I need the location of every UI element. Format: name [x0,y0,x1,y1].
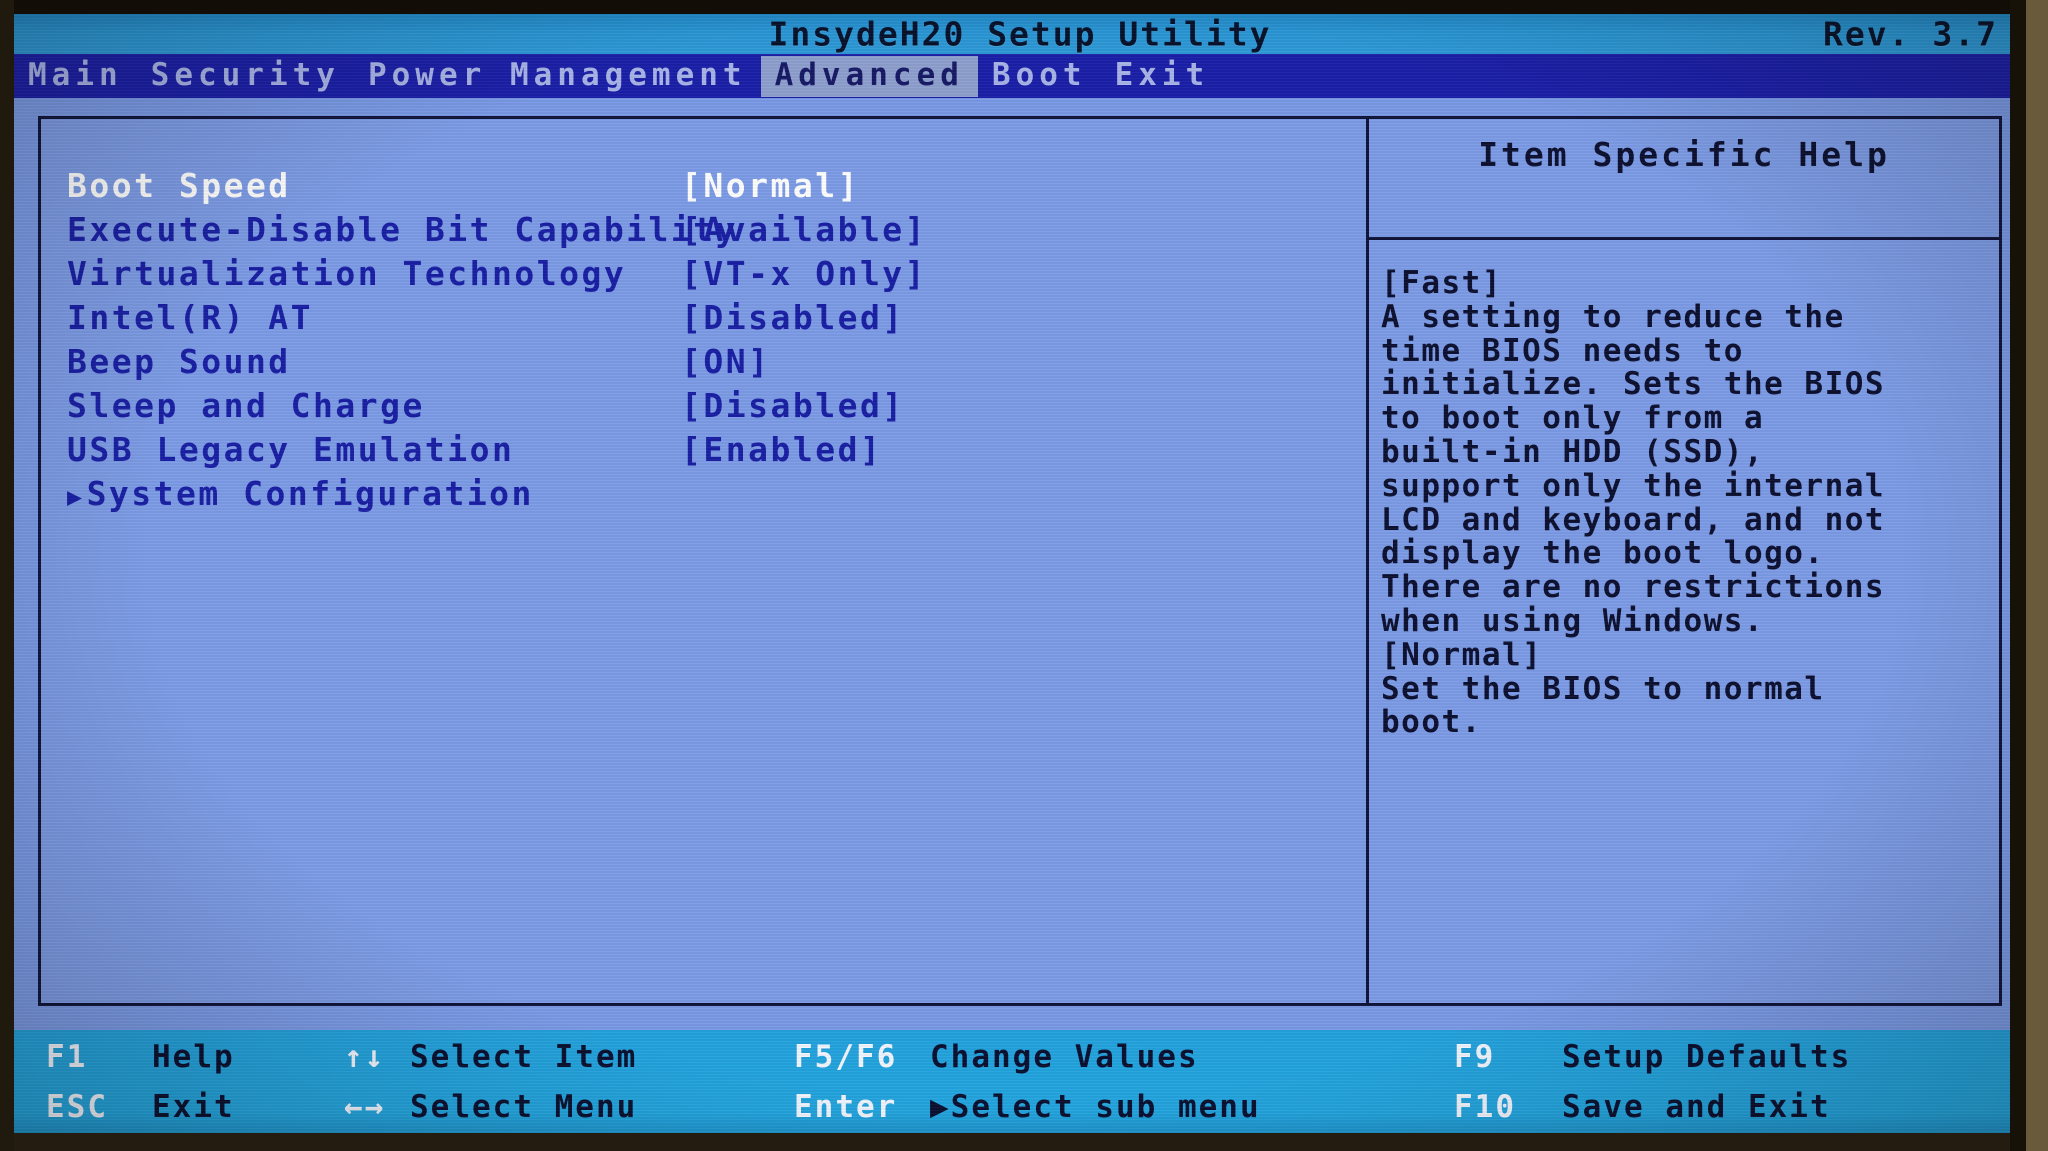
setting-value[interactable]: [Available] [681,213,927,246]
footer-key-legend: F1 Help ESC Exit ↑↓ Select Item ←→ Selec… [14,1030,2026,1133]
bezel-bottom [0,1133,2048,1151]
menu-item-main[interactable]: Main [14,56,137,97]
setting-label: Intel(R) AT [67,297,314,337]
setting-row-beep-sound[interactable]: Beep Sound [ON] [41,339,1366,383]
setting-row-intel-at[interactable]: Intel(R) AT [Disabled] [41,295,1366,339]
help-line: built-in HDD (SSD), [1381,433,1765,470]
footer-column-3: F5/F6 Change Values Enter ▶Select sub me… [794,1030,1261,1133]
setting-label: Execute-Disable Bit Capability [67,209,739,249]
bezel-left [0,0,14,1151]
footer-key-name: Enter [794,1089,898,1125]
help-line: A setting to reduce the [1381,298,1845,335]
setting-row-boot-speed[interactable]: Boot Speed [Normal] [41,163,1366,207]
footer-key-name: F9 [1454,1039,1496,1075]
help-line: support only the internal [1381,467,1886,504]
revision-label: Rev. 3.7 [1823,14,1998,54]
footer-column-2: ↑↓ Select Item ←→ Select Menu [344,1030,637,1133]
footer-key-f5-f6[interactable]: F5/F6 Change Values [794,1034,1261,1080]
footer-key-desc: Save and Exit [1562,1089,1831,1125]
title-bar: InsydeH20 Setup Utility Rev. 3.7 [14,14,2026,54]
footer-column-1: F1 Help ESC Exit [46,1030,235,1133]
arrow-up-down-icon: ↑↓ [344,1039,386,1075]
bezel-right [2026,0,2048,1151]
footer-column-4: F9 Setup Defaults F10 Save and Exit [1454,1030,1851,1133]
footer-key-desc: Setup Defaults [1562,1039,1852,1075]
setting-label: Boot Speed [67,165,291,205]
menu-item-boot[interactable]: Boot [978,56,1101,97]
help-panel-body: [Fast] A setting to reduce the time BIOS… [1381,265,1991,741]
footer-key-name: F10 [1454,1089,1516,1125]
bezel-top [0,0,2048,14]
help-line: when using Windows. [1381,602,1765,639]
setting-label: System Configuration [86,473,534,513]
setting-label-wrap: ▶System Configuration [67,477,534,510]
footer-key-updown[interactable]: ↑↓ Select Item [344,1034,637,1080]
footer-key-name: F1 [46,1039,88,1075]
footer-key-desc: Select Menu [410,1089,638,1125]
help-line: Set the BIOS to normal [1381,670,1825,707]
arrow-left-right-icon: ←→ [344,1089,386,1125]
help-line: display the boot logo. [1381,535,1825,572]
setting-row-execute-disable-bit-capability[interactable]: Execute-Disable Bit Capability [Availabl… [41,207,1366,251]
submenu-triangle-icon: ▶ [67,481,85,511]
help-line: [Normal] [1381,636,1543,673]
setting-value[interactable]: [Disabled] [681,389,905,422]
footer-key-desc: ▶Select sub menu [930,1089,1261,1125]
footer-key-f1[interactable]: F1 Help [46,1034,235,1080]
help-line: initialize. Sets the BIOS [1381,366,1886,403]
menu-bar: Main Security Power Management Advanced … [14,54,2026,98]
help-panel-title: Item Specific Help [1478,135,1890,174]
settings-list: Boot Speed [Normal] Execute-Disable Bit … [41,119,1366,1003]
help-line: time BIOS needs to [1381,332,1744,369]
setting-row-usb-legacy-emulation[interactable]: USB Legacy Emulation [Enabled] [41,427,1366,471]
footer-key-name: F5/F6 [794,1039,898,1075]
setting-label: USB Legacy Emulation [67,429,515,469]
footer-key-name: ESC [46,1089,108,1125]
menu-item-power-management[interactable]: Power Management [354,56,761,97]
help-line: [Fast] [1381,265,1502,301]
footer-key-leftright[interactable]: ←→ Select Menu [344,1084,637,1130]
page-title: InsydeH20 Setup Utility [768,14,1272,54]
footer-key-desc: Change Values [930,1039,1199,1075]
setting-row-sleep-and-charge[interactable]: Sleep and Charge [Disabled] [41,383,1366,427]
menu-item-security[interactable]: Security [137,56,354,97]
setting-row-system-configuration[interactable]: ▶System Configuration [41,471,1366,515]
bios-screen: InsydeH20 Setup Utility Rev. 3.7 Main Se… [0,0,2048,1151]
help-line: There are no restrictions [1381,569,1886,606]
content-frame: Boot Speed [Normal] Execute-Disable Bit … [38,116,2002,1006]
bezel-right-inner [2010,0,2026,1151]
setting-label: Sleep and Charge [67,385,425,425]
footer-key-desc: Help [152,1039,235,1075]
help-line: LCD and keyboard, and not [1381,501,1886,538]
setting-value[interactable]: [Enabled] [681,433,882,466]
setting-label: Beep Sound [67,341,291,381]
menu-item-exit[interactable]: Exit [1101,56,1224,97]
setting-row-virtualization-technology[interactable]: Virtualization Technology [VT-x Only] [41,251,1366,295]
footer-key-esc[interactable]: ESC Exit [46,1084,235,1130]
setting-value[interactable]: [Normal] [681,169,860,202]
footer-key-desc: Select Item [410,1039,638,1075]
setting-value[interactable]: [Disabled] [681,301,905,334]
footer-key-f9[interactable]: F9 Setup Defaults [1454,1034,1851,1080]
footer-key-f10[interactable]: F10 Save and Exit [1454,1084,1851,1130]
footer-key-enter[interactable]: Enter ▶Select sub menu [794,1084,1261,1130]
setting-value[interactable]: [ON] [681,345,770,378]
item-specific-help-panel: Item Specific Help [Fast] A setting to r… [1369,119,1999,1003]
content-area: Boot Speed [Normal] Execute-Disable Bit … [14,98,2026,1030]
help-line: to boot only from a [1381,400,1765,437]
setting-label: Virtualization Technology [67,253,627,293]
help-line: boot. [1381,704,1482,741]
footer-key-desc: Exit [152,1089,235,1125]
setting-value[interactable]: [VT-x Only] [681,257,927,290]
menu-item-advanced[interactable]: Advanced [760,55,978,97]
